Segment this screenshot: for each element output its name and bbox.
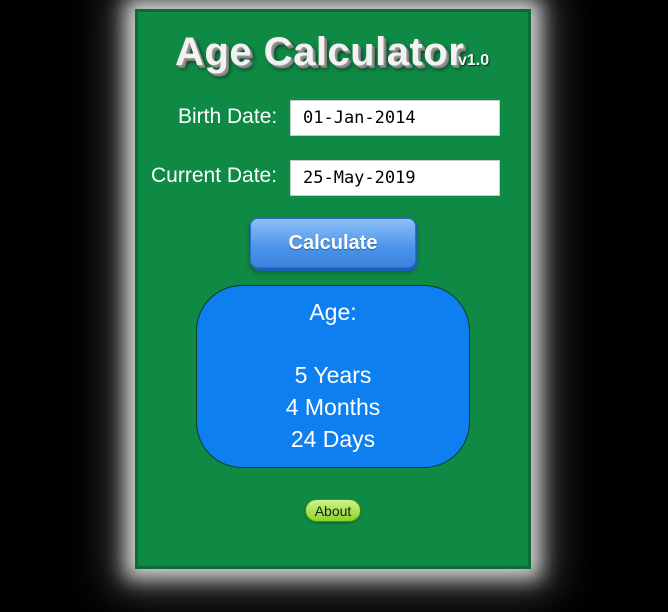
birth-date-field[interactable] <box>290 100 500 136</box>
about-button[interactable]: About <box>305 499 361 522</box>
age-years: 5 Years <box>294 362 372 388</box>
age-months: 4 Months <box>285 394 381 420</box>
current-date-field[interactable] <box>290 160 500 196</box>
calculate-button[interactable]: Calculate <box>250 218 416 268</box>
app-title: Age Calculator <box>175 30 465 74</box>
birth-date-label: Birth Date: <box>178 105 278 128</box>
age-result-box: Age: 5 Years 4 Months 24 Days <box>196 285 470 468</box>
app-version: v1.0 <box>458 52 490 69</box>
calculator-panel: Age Calculator v1.0 Birth Date: Current … <box>135 9 531 569</box>
current-date-label: Current Date: <box>151 164 278 187</box>
age-days: 24 Days <box>290 426 376 452</box>
age-heading: Age: <box>309 299 357 325</box>
